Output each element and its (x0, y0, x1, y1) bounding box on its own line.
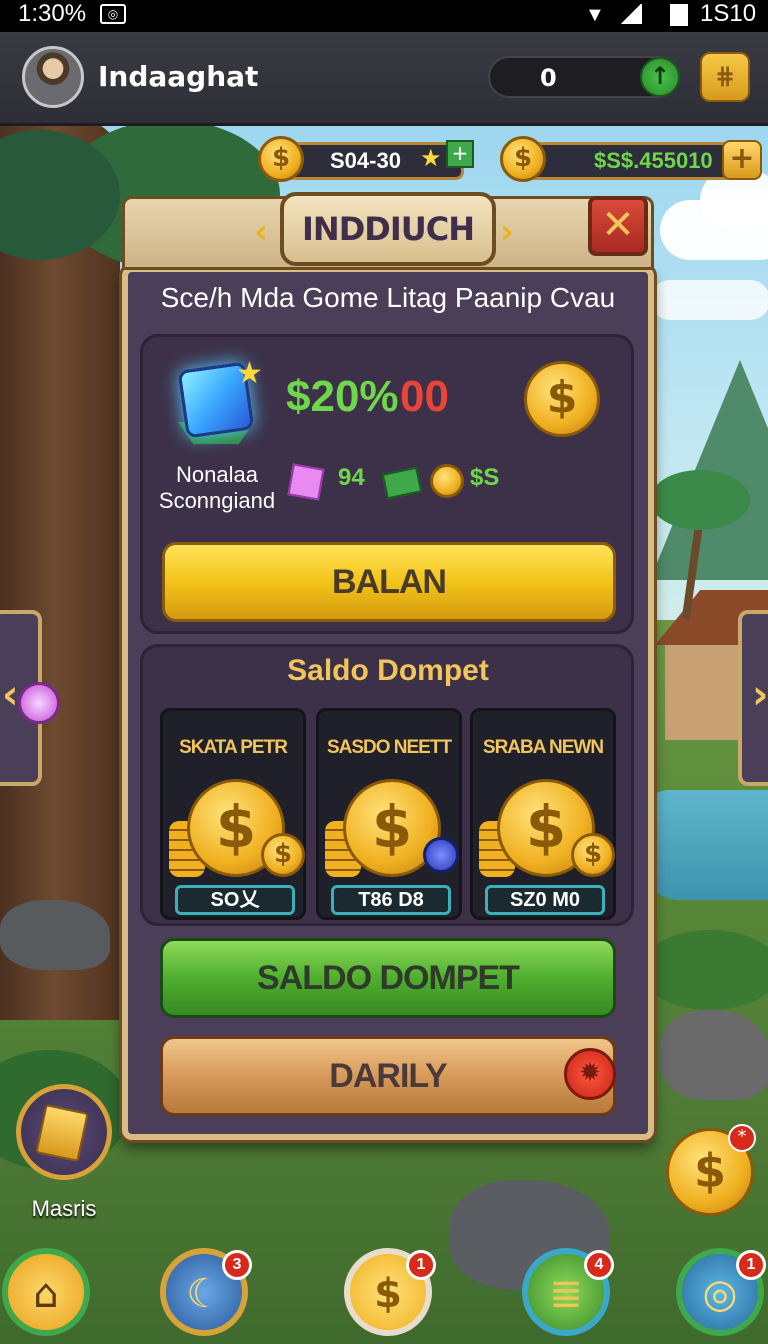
close-button[interactable]: ✕ (588, 196, 648, 256)
wifi-icon: ▼ (585, 4, 605, 26)
wallet-section-title: Saldo Dompet (287, 654, 489, 687)
card-title: SRABA NEWN (482, 737, 604, 758)
chevron-right-icon[interactable]: › (500, 212, 514, 252)
coin-icon: $ (258, 136, 304, 182)
screenshot-icon: ◎ (100, 4, 126, 24)
card-title: SASDO NEETT (326, 737, 452, 758)
card-price: SO乂 (175, 885, 295, 915)
daily-button[interactable]: DARILY (160, 1036, 616, 1116)
status-right-value: 1S10 (700, 0, 757, 27)
chevron-right-icon: › (752, 672, 768, 718)
status-bar: 1:30% ◎ ▼ 1S10 (0, 0, 768, 32)
coin-icon: $ (524, 361, 600, 437)
globe-icon: ◎ (702, 1271, 738, 1317)
offer-name-line1: Nonalaa (176, 462, 258, 487)
cloud (650, 280, 768, 320)
nav-badge: 3 (222, 1250, 252, 1280)
trophy-icon: ☾ (186, 1271, 222, 1317)
nav-home-button[interactable]: ⌂ (2, 1248, 90, 1336)
nav-badge: 1 (406, 1250, 436, 1280)
card-price: T86 D8 (331, 885, 451, 915)
player-avatar[interactable] (22, 46, 84, 108)
status-time: 1:30% (18, 0, 87, 27)
wallet-card[interactable]: SASDO NEETT $ T86 D8 (316, 708, 462, 920)
wallet-card[interactable]: SRABA NEWN $ $ SZ0 M0 (470, 708, 616, 920)
arrow-up-icon[interactable]: ↑ (640, 57, 680, 97)
reward-gem-amount: 94 (338, 464, 365, 491)
add-cash-icon[interactable]: + (722, 140, 762, 180)
saldo-dompet-button[interactable]: SALDO DOMPET (160, 938, 616, 1018)
wallet-card[interactable]: SKATA PETR $ $ SO乂 (160, 708, 306, 920)
player-name: Indaaghat (98, 60, 259, 93)
pink-gem-icon (287, 463, 325, 501)
offer-red-value: 00 (400, 372, 449, 421)
bush (640, 930, 768, 1010)
star-icon: ★ (420, 144, 442, 172)
chevron-left-icon[interactable]: ‹ (254, 212, 268, 252)
coin-stack-icon (430, 464, 464, 498)
river (640, 790, 768, 900)
pet-badge-icon[interactable] (18, 682, 60, 724)
signal-icon (620, 4, 642, 24)
card-title: SKATA PETR (179, 737, 288, 758)
coins-value: S04-30 (330, 148, 401, 173)
palm-leaves (650, 470, 750, 530)
rock (0, 900, 110, 970)
reward-coins-amount: $S (470, 464, 500, 491)
offer-name: Nonalaa Sconngiand (142, 462, 292, 514)
header-pill-value: 0 (540, 64, 557, 92)
shop-panel: ‹ › INDDIUCH ✕ Sce/h Mda Gome Litag Paan… (122, 192, 654, 1140)
close-x-icon: ✕ (601, 202, 635, 248)
rock (660, 1010, 768, 1100)
balance-button[interactable]: BALAN (162, 542, 616, 622)
cash-stack-icon: ≣ (549, 1271, 583, 1317)
offer-percent: $20% (286, 372, 399, 421)
blue-token-icon (423, 837, 459, 873)
card-price: SZ0 M0 (485, 885, 605, 915)
nav-badge: 4 (584, 1250, 614, 1280)
battery-icon (670, 4, 688, 26)
grid-menu-icon[interactable]: ⋕ (700, 52, 750, 102)
notification-badge: * (728, 1124, 756, 1152)
masris-label: Masris (31, 1196, 97, 1221)
coin-icon: $ (571, 833, 615, 877)
top-header: Indaaghat 0 ↑ ⋕ (0, 32, 768, 126)
add-coins-icon[interactable]: + (446, 140, 474, 168)
coin-icon: $ (500, 136, 546, 182)
home-icon: ⌂ (33, 1271, 59, 1317)
red-seal-icon: ✹ (564, 1048, 616, 1100)
chevron-left-icon: ‹ (2, 672, 19, 718)
star-icon: ★ (236, 356, 263, 391)
coin-icon: $ (261, 833, 305, 877)
nav-badge: 1 (736, 1250, 766, 1280)
panel-title: INDDIUCH (302, 210, 475, 248)
right-side-tab[interactable]: › (738, 610, 768, 786)
cash-value: $S$.455010 (594, 148, 713, 173)
offer-name-line2: Sconngiand (158, 488, 276, 513)
panel-subtitle: Sce/h Mda Gome Litag Paanip Cvau (160, 282, 616, 313)
coin-icon: $ (374, 1271, 402, 1317)
